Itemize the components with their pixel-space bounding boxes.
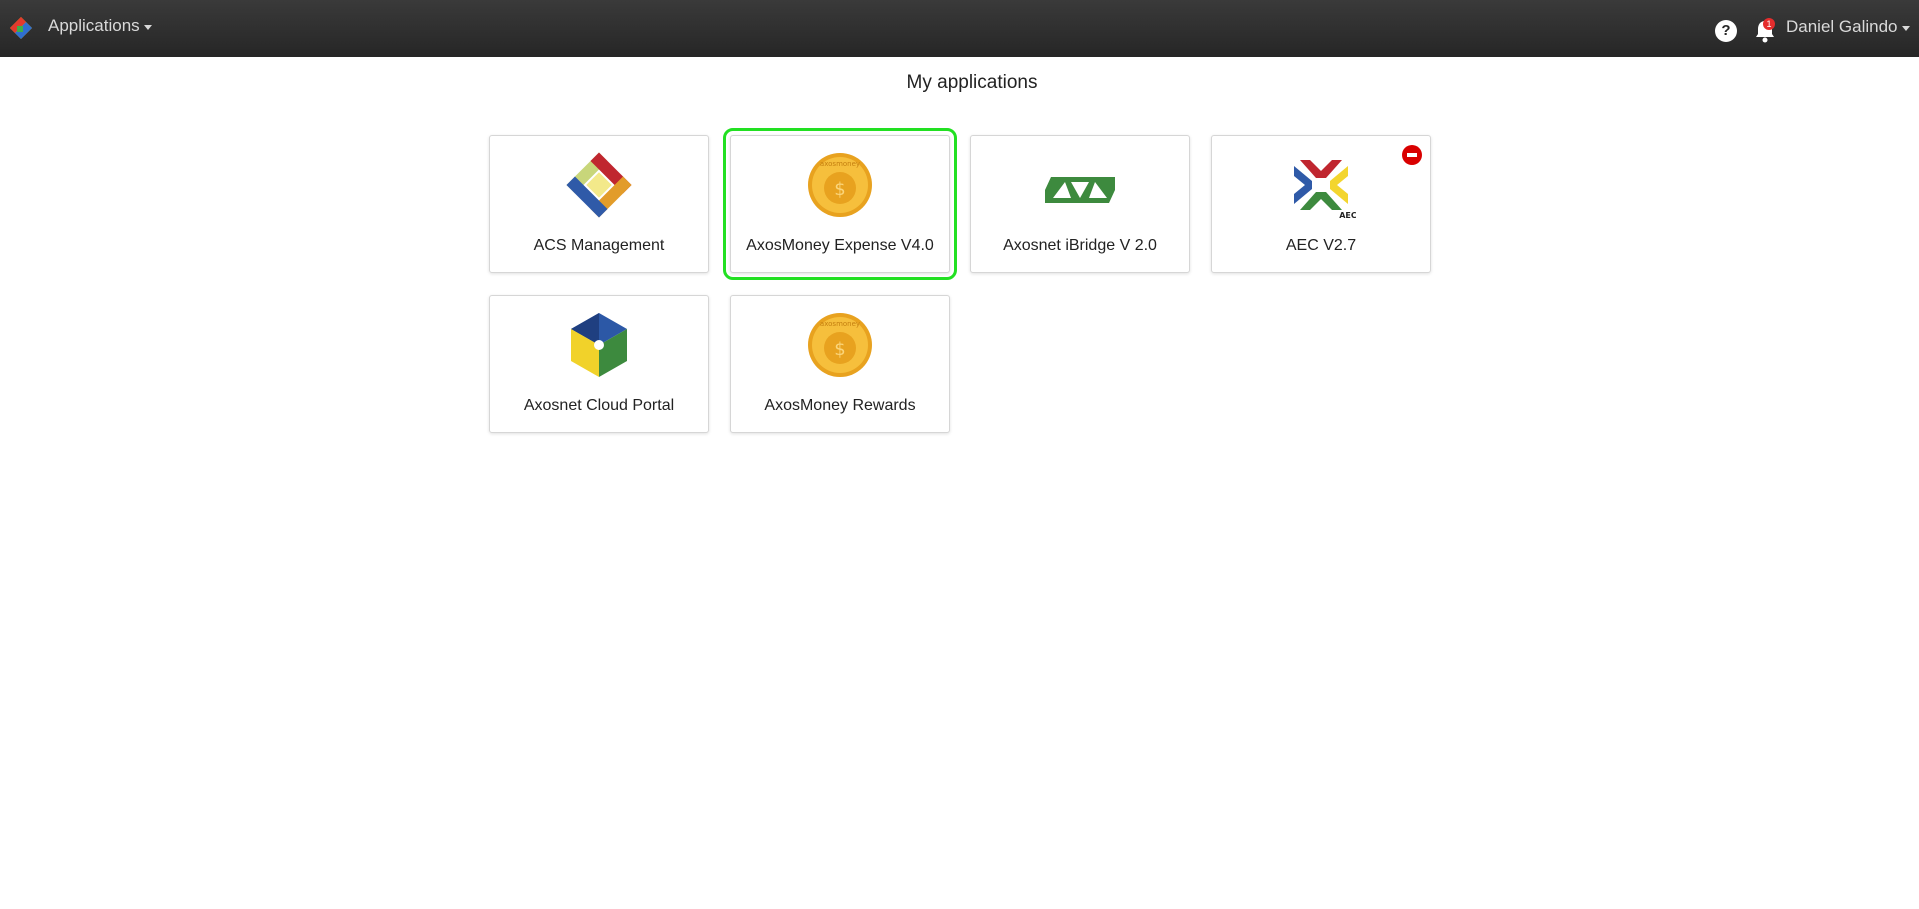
app-tile-label: Axosnet iBridge V 2.0 bbox=[1003, 237, 1157, 254]
page-title: My applications bbox=[906, 72, 1038, 93]
aec-cross-icon: AEC bbox=[1294, 160, 1356, 220]
app-tile-axosmoney-expense[interactable]: $ axosmoney AxosMoney Expense V4.0 bbox=[723, 128, 957, 280]
top-navbar: Applications ? 1 Daniel Galindo bbox=[0, 0, 1919, 57]
axosmoney-coin-icon: $ axosmoney bbox=[808, 313, 872, 377]
aec-mark-text: AEC bbox=[1339, 211, 1356, 220]
axosmoney-coin-icon: $ axosmoney bbox=[808, 153, 872, 217]
ibridge-triangles-icon bbox=[1045, 177, 1115, 203]
chevron-down-icon bbox=[1901, 25, 1910, 31]
app-tile-label: ACS Management bbox=[533, 237, 665, 254]
cloud-portal-cube-icon bbox=[571, 313, 627, 377]
app-tile-label: Axosnet Cloud Portal bbox=[523, 397, 675, 414]
coin-mark-text: axosmoney bbox=[820, 320, 860, 328]
remove-app-button[interactable] bbox=[1402, 145, 1422, 165]
user-menu[interactable]: Daniel Galindo bbox=[1786, 17, 1910, 37]
app-tile-aec[interactable]: AEC AEC V2.7 bbox=[1211, 135, 1431, 273]
chevron-down-icon bbox=[143, 24, 152, 30]
svg-text:$: $ bbox=[834, 339, 845, 360]
app-tile-label: AxosMoney Rewards bbox=[764, 397, 916, 414]
app-tile-label: AEC V2.7 bbox=[1285, 237, 1357, 254]
brand-logo-icon[interactable] bbox=[8, 15, 34, 41]
help-button[interactable]: ? bbox=[1715, 20, 1737, 42]
notification-count-badge: 1 bbox=[1763, 18, 1775, 30]
app-tile-axosnet-ibridge[interactable]: Axosnet iBridge V 2.0 bbox=[970, 135, 1190, 273]
svg-text:$: $ bbox=[834, 179, 845, 200]
applications-menu[interactable]: Applications bbox=[48, 16, 152, 36]
app-tile-axosnet-cloud-portal[interactable]: Axosnet Cloud Portal bbox=[489, 295, 709, 433]
coin-mark-text: axosmoney bbox=[820, 160, 860, 168]
app-tile-acs-management[interactable]: ACS Management bbox=[489, 135, 709, 273]
app-tile-axosmoney-rewards[interactable]: $ axosmoney AxosMoney Rewards bbox=[730, 295, 950, 433]
acs-diamond-icon bbox=[566, 152, 632, 218]
applications-menu-label: Applications bbox=[48, 16, 140, 35]
app-tile-label: AxosMoney Expense V4.0 bbox=[746, 237, 934, 254]
user-name: Daniel Galindo bbox=[1786, 17, 1898, 36]
